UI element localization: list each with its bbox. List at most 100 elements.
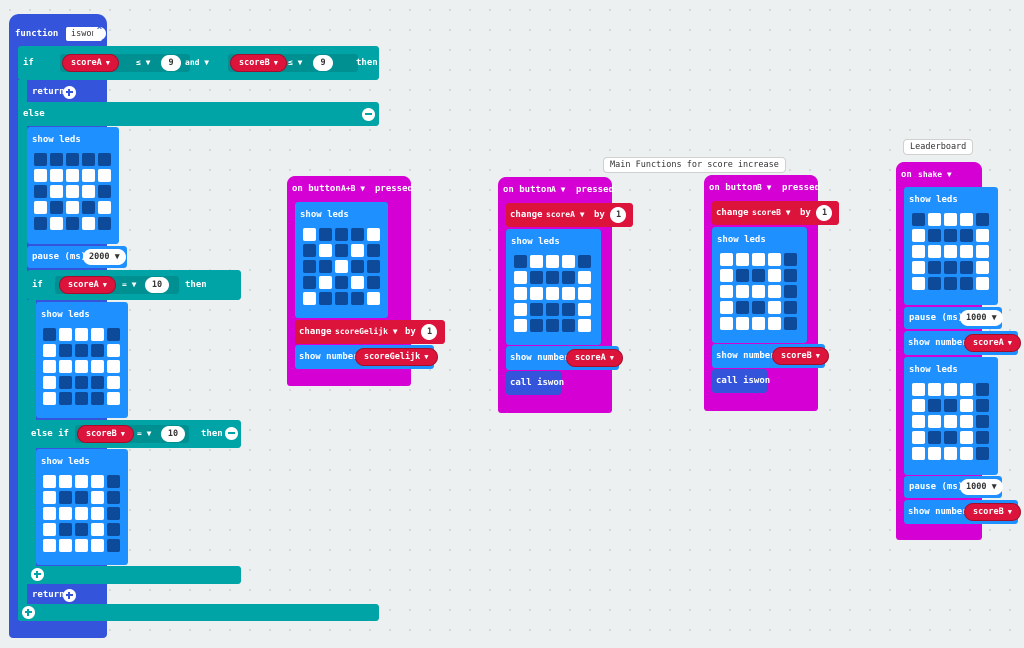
change-amount-field[interactable]: 1 [816,205,832,221]
led-on[interactable] [944,383,957,396]
change-amount-field[interactable]: 1 [421,324,437,340]
led-off[interactable] [546,271,559,284]
led-off[interactable] [335,276,348,289]
led-on[interactable] [50,185,63,198]
led-on[interactable] [736,317,749,330]
led-off[interactable] [546,303,559,316]
led-on[interactable] [107,360,120,373]
compare-value-9-b[interactable]: 9 [313,55,333,71]
led-on[interactable] [960,431,973,444]
led-on[interactable] [912,431,925,444]
led-on[interactable] [319,276,332,289]
led-off[interactable] [91,344,104,357]
led-on[interactable] [34,169,47,182]
led-on[interactable] [530,255,543,268]
led-on[interactable] [768,269,781,282]
led-off[interactable] [91,376,104,389]
led-on[interactable] [976,277,989,290]
led-off[interactable] [944,229,957,242]
led-off[interactable] [34,153,47,166]
led-off[interactable] [75,392,88,405]
led-on[interactable] [578,319,591,332]
led-off[interactable] [784,317,797,330]
led-on[interactable] [34,201,47,214]
led-on[interactable] [578,287,591,300]
button-ab-dropdown[interactable]: A+B ▼ [341,183,365,195]
led-grid[interactable] [912,383,989,460]
led-off[interactable] [34,217,47,230]
led-on[interactable] [720,269,733,282]
led-on[interactable] [43,376,56,389]
led-off[interactable] [562,303,575,316]
show-number-block-shake-a[interactable]: show number scoreA ▼ [904,331,1021,355]
led-on[interactable] [752,253,765,266]
main-functions-comment[interactable]: Main Functions for score increase [603,157,786,173]
led-off[interactable] [59,491,72,504]
collapse-function-button[interactable]: ^ [93,26,106,40]
led-on[interactable] [768,253,781,266]
led-on[interactable] [960,245,973,258]
change-scoreGelijk-block[interactable]: change scoreGelijk ▼ by 1 [295,320,445,344]
led-on[interactable] [98,169,111,182]
led-on[interactable] [66,169,79,182]
show-number-block-ab[interactable]: show number scoreGelijk ▼ [295,345,438,369]
led-off[interactable] [752,301,765,314]
led-on[interactable] [107,392,120,405]
led-off[interactable] [944,399,957,412]
led-off[interactable] [928,431,941,444]
led-on[interactable] [91,475,104,488]
led-off[interactable] [107,507,120,520]
led-on[interactable] [736,253,749,266]
led-off[interactable] [530,303,543,316]
led-grid[interactable] [43,328,120,405]
led-on[interactable] [91,539,104,552]
led-on[interactable] [43,523,56,536]
led-on[interactable] [50,217,63,230]
and-operator-dropdown[interactable]: and ▼ [185,57,209,69]
change-amount-field[interactable]: 1 [610,207,626,223]
led-on[interactable] [912,447,925,460]
led-on[interactable] [976,261,989,274]
led-off[interactable] [944,431,957,444]
led-off[interactable] [50,201,63,214]
led-grid[interactable] [720,253,797,330]
led-off[interactable] [303,276,316,289]
led-off[interactable] [319,228,332,241]
led-on[interactable] [66,185,79,198]
show-leds-block-a-handler[interactable]: show leds [506,229,601,345]
led-on[interactable] [912,277,925,290]
button-b-dropdown[interactable]: B ▼ [757,182,771,194]
led-on[interactable] [912,261,925,274]
led-on[interactable] [912,245,925,258]
led-on[interactable] [752,285,765,298]
else-if-scoreB-pill[interactable]: scoreB ▼ [77,425,134,443]
led-off[interactable] [976,383,989,396]
led-on[interactable] [43,491,56,504]
remove-else-if-minus-icon[interactable] [225,427,238,440]
led-off[interactable] [976,399,989,412]
led-on[interactable] [82,185,95,198]
led-off[interactable] [335,292,348,305]
led-on[interactable] [736,285,749,298]
led-on[interactable] [960,415,973,428]
led-on[interactable] [367,292,380,305]
led-off[interactable] [107,539,120,552]
led-on[interactable] [562,287,575,300]
show-leds-block-shake-a[interactable]: show leds [904,187,998,305]
led-off[interactable] [736,301,749,314]
led-on[interactable] [59,539,72,552]
led-off[interactable] [530,271,543,284]
led-on[interactable] [91,507,104,520]
led-off[interactable] [59,392,72,405]
led-off[interactable] [784,285,797,298]
led-off[interactable] [107,523,120,536]
led-on[interactable] [768,301,781,314]
led-off[interactable] [59,523,72,536]
compare-value-9-a[interactable]: 9 [161,55,181,71]
led-off[interactable] [98,153,111,166]
led-on[interactable] [768,317,781,330]
led-off[interactable] [976,415,989,428]
remove-else-minus-icon[interactable] [362,108,375,121]
led-off[interactable] [960,229,973,242]
compare-value-10-a[interactable]: 10 [145,277,169,293]
